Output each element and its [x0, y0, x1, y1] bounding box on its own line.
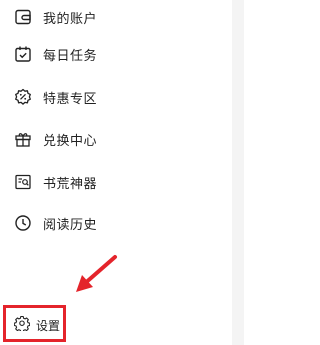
settings-label: 设置 — [36, 318, 61, 333]
menu-item-settings[interactable]: 设置 — [13, 315, 61, 335]
menu-item-label: 阅读历史 — [43, 217, 98, 233]
menu-item-label: 书荒神器 — [43, 176, 98, 192]
menu-item-label: 我的账户 — [43, 11, 98, 27]
clock-icon — [13, 213, 33, 233]
menu-item-my-account[interactable]: 我的账户 — [13, 5, 97, 29]
wallet-icon — [13, 7, 33, 27]
menu-item-label: 特惠专区 — [43, 91, 98, 107]
menu-item-reading-history[interactable]: 阅读历史 — [13, 211, 97, 235]
calendar-check-icon — [13, 44, 33, 64]
discount-badge-icon — [13, 87, 33, 107]
menu-item-label: 每日任务 — [43, 48, 98, 64]
pointer-arrow-icon — [76, 255, 117, 292]
gear-icon — [13, 315, 31, 335]
book-search-icon — [13, 172, 33, 192]
gift-icon — [13, 129, 33, 149]
menu-item-special-offers[interactable]: 特惠专区 — [13, 85, 97, 109]
menu-item-redemption-center[interactable]: 兑换中心 — [13, 127, 97, 151]
menu-item-book-finder[interactable]: 书荒神器 — [13, 170, 97, 194]
content-edge — [232, 0, 244, 345]
menu-item-label: 兑换中心 — [43, 133, 98, 149]
menu-item-daily-tasks[interactable]: 每日任务 — [13, 42, 97, 66]
